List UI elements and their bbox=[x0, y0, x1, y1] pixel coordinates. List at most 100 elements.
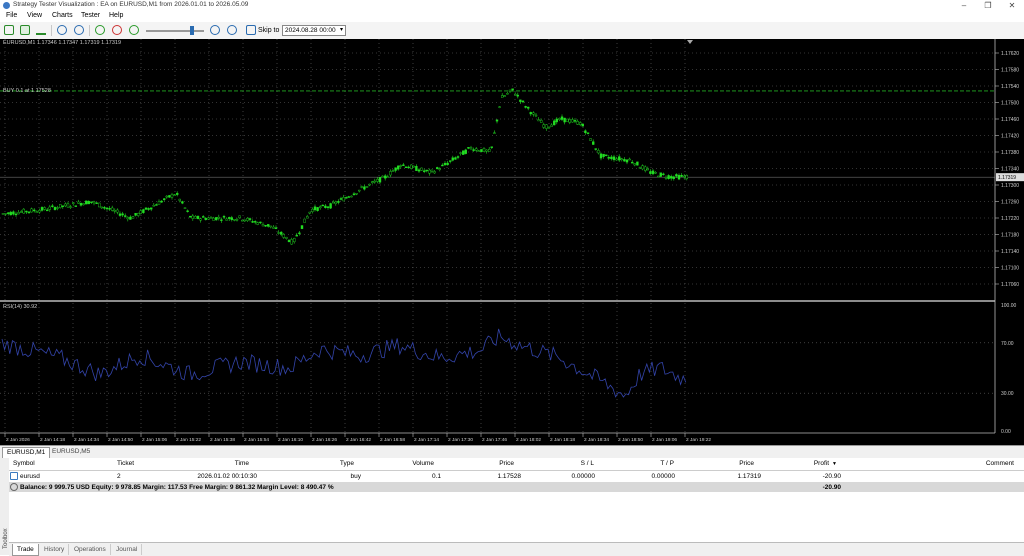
skip-end-icon[interactable] bbox=[227, 25, 237, 35]
col-sl[interactable]: S / L bbox=[549, 460, 594, 467]
play-icon[interactable] bbox=[95, 25, 105, 35]
candle bbox=[6, 212, 10, 214]
menu-help[interactable]: Help bbox=[109, 12, 123, 19]
candle bbox=[386, 176, 389, 178]
tab-operations[interactable]: Operations bbox=[70, 544, 111, 555]
time-tick-label: 2 Jan 15:38 bbox=[210, 437, 235, 443]
minimize-button[interactable]: – bbox=[952, 0, 976, 11]
tab-history[interactable]: History bbox=[40, 544, 70, 555]
app-icon bbox=[3, 2, 10, 9]
candle bbox=[220, 219, 223, 221]
cell-volume: 0.1 bbox=[431, 473, 441, 480]
candle bbox=[84, 200, 88, 205]
candle bbox=[524, 106, 527, 108]
line-chart-icon[interactable] bbox=[36, 25, 46, 35]
bar-chart-icon[interactable] bbox=[4, 25, 14, 35]
tab-journal[interactable]: Journal bbox=[112, 544, 143, 555]
candle bbox=[423, 170, 426, 172]
candle bbox=[438, 168, 441, 170]
candle bbox=[568, 119, 571, 123]
title-bar: Strategy Tester Visualization : EA on EU… bbox=[0, 0, 1024, 11]
col-comment[interactable]: Comment bbox=[969, 460, 1014, 467]
candle bbox=[142, 209, 145, 213]
candle bbox=[615, 158, 618, 161]
zoom-in-icon[interactable] bbox=[57, 25, 67, 35]
table-row[interactable]: eurusd 2 2026.01.02 00:10:30 buy 0.1 1.1… bbox=[9, 471, 1024, 481]
candle bbox=[683, 175, 686, 178]
col-current-price[interactable]: Price bbox=[709, 460, 754, 467]
candle bbox=[412, 165, 415, 168]
candle bbox=[53, 206, 57, 210]
skip-to-date-field[interactable]: 2024.08.28 00:00 ▾ bbox=[282, 25, 346, 36]
menu-charts[interactable]: Charts bbox=[52, 12, 73, 19]
candle bbox=[482, 148, 486, 152]
maximize-button[interactable]: ❐ bbox=[976, 0, 1000, 11]
candle bbox=[183, 207, 187, 209]
step-forward-icon[interactable] bbox=[129, 25, 139, 35]
candle bbox=[222, 216, 226, 218]
candle bbox=[573, 120, 577, 122]
col-ticket[interactable]: Ticket bbox=[117, 460, 134, 467]
tab-trade[interactable]: Trade bbox=[12, 544, 39, 556]
candle bbox=[358, 189, 361, 192]
skip-to-icon[interactable] bbox=[246, 25, 256, 35]
candle bbox=[277, 232, 280, 234]
candle bbox=[152, 204, 156, 207]
candle bbox=[360, 186, 363, 188]
candle bbox=[157, 201, 161, 205]
candle bbox=[66, 203, 70, 208]
candle bbox=[397, 165, 400, 170]
chart-area[interactable]: 1.17620 1.17580 1.17540 1.17500 1.17460 1.174… bbox=[0, 39, 1024, 445]
stop-icon[interactable] bbox=[112, 25, 122, 35]
zoom-out-icon[interactable] bbox=[74, 25, 84, 35]
candle bbox=[553, 120, 556, 126]
candle bbox=[134, 212, 137, 216]
candle bbox=[467, 147, 470, 149]
menu-file[interactable]: File bbox=[6, 12, 17, 19]
col-profit[interactable]: Profit bbox=[784, 460, 829, 467]
candle bbox=[256, 222, 259, 225]
pause-icon[interactable] bbox=[210, 25, 220, 35]
candlestick-icon[interactable] bbox=[20, 25, 30, 35]
col-price[interactable]: Price bbox=[469, 460, 514, 467]
candle bbox=[433, 171, 436, 174]
candle bbox=[508, 89, 512, 92]
candle bbox=[87, 201, 91, 205]
speed-slider-handle[interactable] bbox=[190, 26, 194, 35]
candle bbox=[334, 201, 337, 204]
candle bbox=[667, 175, 670, 179]
close-button[interactable]: ✕ bbox=[1000, 0, 1024, 11]
col-tp[interactable]: T / P bbox=[629, 460, 674, 467]
candle bbox=[110, 207, 114, 211]
candle bbox=[407, 166, 410, 169]
col-time[interactable]: Time bbox=[199, 460, 249, 467]
menu-tester[interactable]: Tester bbox=[81, 12, 100, 19]
time-tick-label: 2 Jan 14:34 bbox=[74, 437, 99, 443]
candle bbox=[285, 236, 288, 239]
candle bbox=[620, 158, 623, 160]
tab-eurusd-m5[interactable]: EURUSD,M5 bbox=[48, 447, 94, 457]
candle bbox=[459, 152, 462, 154]
candle bbox=[566, 118, 569, 122]
candle bbox=[547, 126, 551, 129]
candle bbox=[391, 170, 395, 172]
speed-slider[interactable] bbox=[146, 30, 204, 32]
candle bbox=[319, 206, 322, 209]
col-volume[interactable]: Volume bbox=[389, 460, 434, 467]
time-tick-label: 2 Jan 17:46 bbox=[482, 437, 507, 443]
tab-eurusd-m1[interactable]: EURUSD,M1 bbox=[2, 447, 51, 458]
candle bbox=[61, 205, 64, 207]
candle bbox=[175, 192, 179, 195]
col-symbol[interactable]: Symbol bbox=[13, 460, 35, 467]
col-type[interactable]: Type bbox=[309, 460, 354, 467]
candle bbox=[662, 173, 665, 176]
rsi-label: RSI(14) 30.92 bbox=[3, 304, 38, 310]
menu-view[interactable]: View bbox=[27, 12, 42, 19]
order-label: BUY 0.1 at 1.17528 bbox=[3, 88, 51, 94]
candle bbox=[355, 193, 358, 195]
candle bbox=[516, 94, 519, 97]
rsi-tick-label: 100.00 bbox=[1001, 303, 1017, 309]
candle bbox=[204, 217, 208, 220]
candle bbox=[165, 195, 169, 198]
candle bbox=[332, 201, 335, 204]
